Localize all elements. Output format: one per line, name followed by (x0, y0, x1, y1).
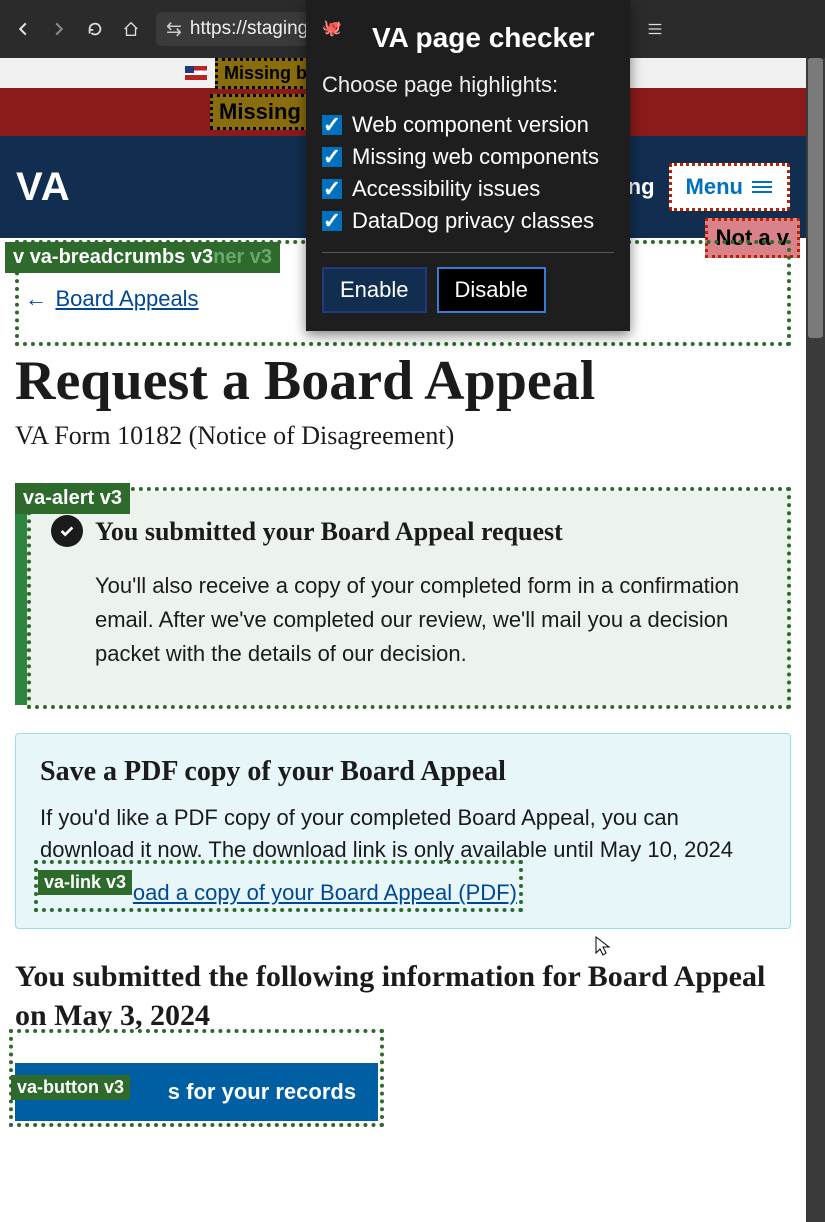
back-icon[interactable] (12, 18, 34, 40)
breadcrumb-link[interactable]: Board Appeals (55, 286, 198, 311)
option-datadog-privacy[interactable]: ✓ DataDog privacy classes (322, 208, 614, 234)
scrollbar[interactable] (806, 58, 825, 1222)
checkbox-checked-icon: ✓ (322, 211, 342, 231)
forward-icon[interactable] (48, 18, 70, 40)
breadcrumb-back-arrow: ← (25, 286, 47, 311)
button-label-partial: s for your records (168, 1079, 356, 1104)
home-icon[interactable] (120, 18, 142, 40)
component-overlay-button: va-button v3 (11, 1075, 130, 1100)
menu-button[interactable]: Menu (669, 163, 790, 211)
menu-label: Menu (686, 174, 743, 200)
us-flag-icon (185, 66, 207, 80)
menu-icon[interactable] (644, 18, 666, 40)
option-accessibility-issues[interactable]: ✓ Accessibility issues (322, 176, 614, 202)
octopus-icon: 🐙 (322, 18, 362, 58)
component-overlay-link: va-link v3 (38, 870, 132, 895)
option-web-component-version[interactable]: ✓ Web component version (322, 112, 614, 138)
option-label: Web component version (352, 112, 589, 138)
disable-button[interactable]: Disable (437, 267, 546, 313)
extension-title: VA page checker (372, 22, 595, 54)
site-settings-icon[interactable]: ⇆ (166, 18, 182, 41)
option-label: Missing web components (352, 144, 599, 170)
checkbox-checked-icon: ✓ (322, 179, 342, 199)
checkbox-checked-icon: ✓ (322, 115, 342, 135)
info-body: If you'd like a PDF copy of your complet… (40, 802, 766, 866)
page-title: Request a Board Appeal (15, 352, 791, 411)
print-records-button[interactable]: va-button v3 va-button v3s for your reco… (15, 1063, 378, 1121)
option-missing-web-components[interactable]: ✓ Missing web components (322, 144, 614, 170)
alert-heading: You submitted your Board Appeal request (95, 517, 761, 547)
option-label: Accessibility issues (352, 176, 540, 202)
option-label: DataDog privacy classes (352, 208, 594, 234)
extension-subtitle: Choose page highlights: (322, 72, 614, 98)
component-overlay-alert: va-alert v3 (15, 483, 130, 514)
enable-button[interactable]: Enable (322, 267, 427, 313)
section-heading: You submitted the following information … (15, 957, 791, 1035)
page-subtitle: VA Form 10182 (Notice of Disagreement) (15, 421, 791, 451)
check-circle-icon (51, 515, 83, 547)
component-overlay-breadcrumbs: v va-breadcrumbs v3ner v3 (5, 242, 280, 273)
checkbox-checked-icon: ✓ (322, 147, 342, 167)
info-heading: Save a PDF copy of your Board Appeal (40, 756, 766, 788)
reload-icon[interactable] (84, 18, 106, 40)
va-logo[interactable]: VA (16, 165, 71, 210)
hamburger-icon (751, 180, 773, 194)
alert-body: You'll also receive a copy of your compl… (95, 569, 761, 671)
extension-popup: 🐙 VA page checker Choose page highlights… (306, 0, 630, 331)
divider (322, 252, 614, 253)
success-alert: va-alert v3 You submitted your Board App… (15, 491, 791, 705)
pdf-info-box: Save a PDF copy of your Board Appeal If … (15, 733, 791, 929)
scrollbar-thumb[interactable] (808, 58, 823, 338)
